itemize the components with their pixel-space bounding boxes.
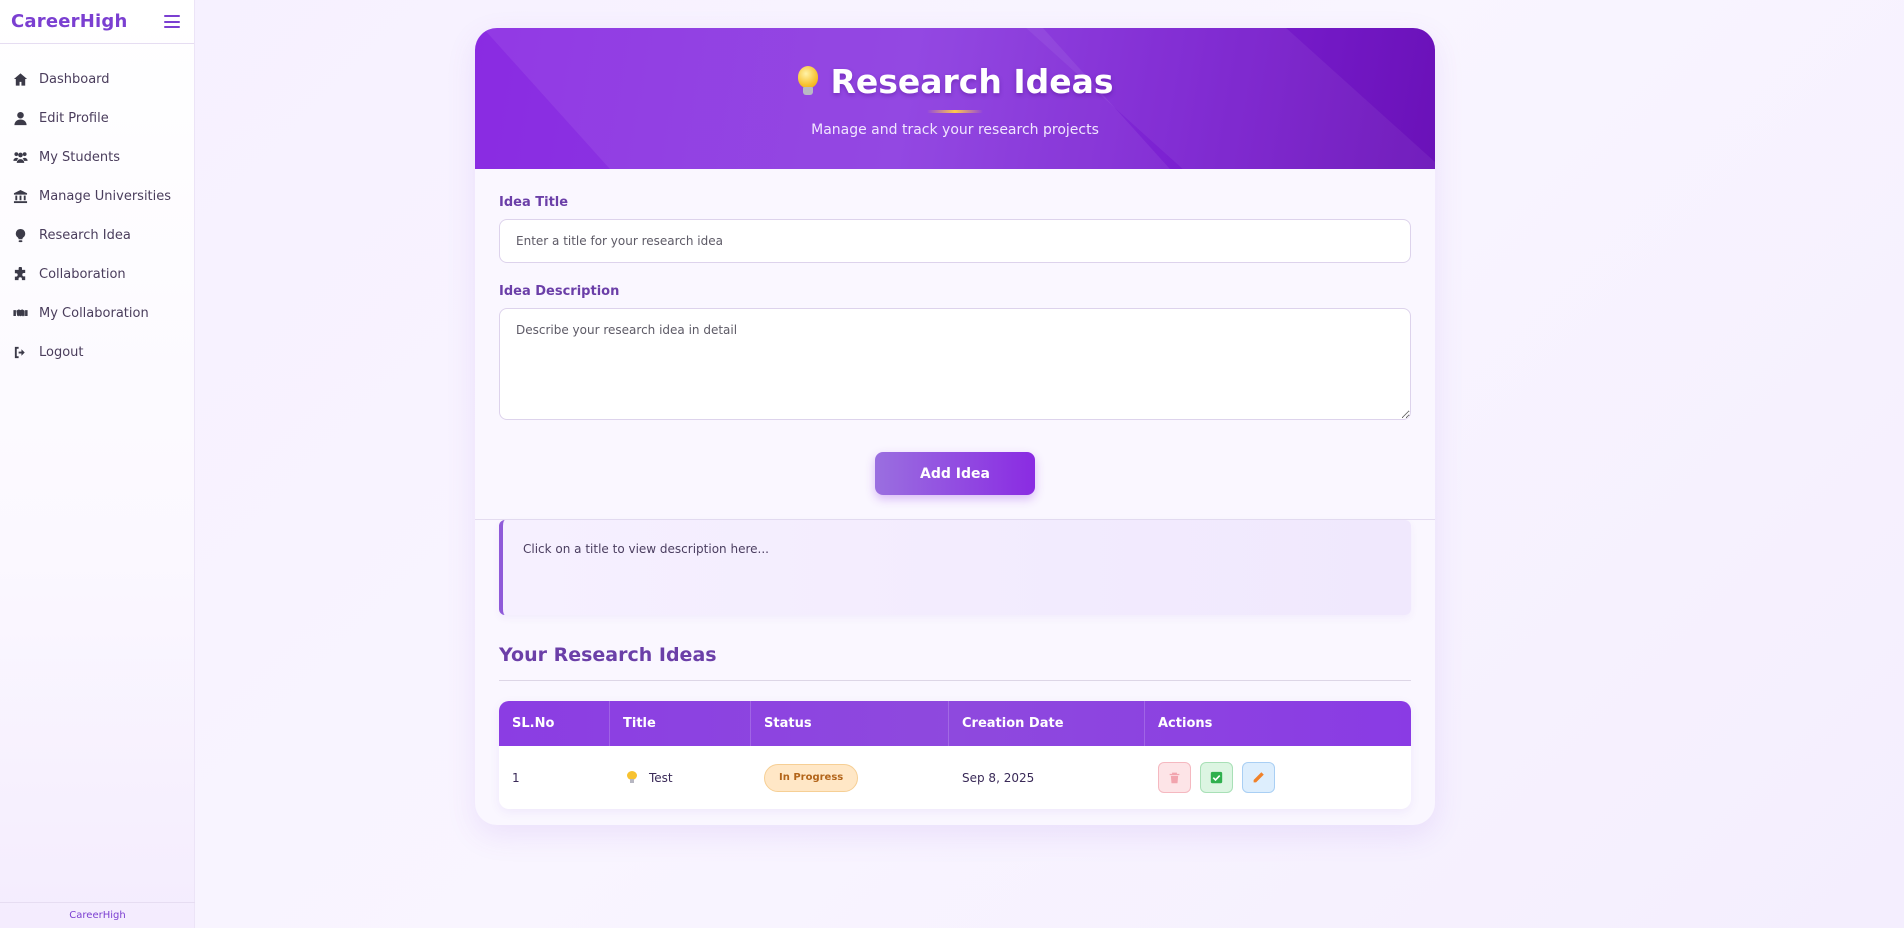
sidebar-item-my-students[interactable]: My Students (0, 138, 194, 177)
sidebar-header: CareerHigh (0, 0, 194, 44)
mark-complete-button[interactable] (1200, 762, 1233, 793)
idea-title-link[interactable]: Test (649, 771, 673, 785)
submit-wrap: Add Idea (499, 452, 1411, 495)
sidebar-nav: Dashboard Edit Profile My Students Manag… (0, 60, 194, 372)
sidebar-item-label: Manage Universities (39, 189, 172, 204)
cell-sl-no: 1 (512, 770, 520, 785)
cell-title[interactable]: Test (610, 746, 751, 809)
users-icon (11, 150, 29, 166)
page-subtitle: Manage and track your research projects (811, 122, 1099, 138)
sidebar-item-label: Edit Profile (39, 111, 109, 126)
edit-button[interactable] (1242, 762, 1275, 793)
sidebar-item-label: Research Idea (39, 228, 131, 243)
lightbulb-icon (627, 771, 637, 784)
page-header: Research Ideas Manage and track your res… (475, 28, 1435, 169)
idea-title-label: Idea Title (499, 195, 569, 210)
column-header-actions: Actions (1158, 716, 1213, 731)
sidebar-item-edit-profile[interactable]: Edit Profile (0, 99, 194, 138)
trash-icon (1169, 772, 1180, 784)
add-idea-form: Idea Title Idea Description Add Idea (475, 195, 1435, 495)
ideas-section-title: Your Research Ideas (499, 644, 1411, 681)
check-square-icon (1210, 771, 1223, 784)
idea-title-input[interactable] (499, 219, 1411, 263)
sidebar-item-label: Dashboard (39, 72, 110, 87)
column-header-title: Title (610, 701, 751, 746)
sidebar-item-my-collaboration[interactable]: My Collaboration (0, 294, 194, 333)
cell-actions (1145, 746, 1411, 809)
pencil-icon (1253, 772, 1264, 783)
sidebar-footer: CareerHigh (0, 902, 195, 928)
sidebar-item-manage-universities[interactable]: Manage Universities (0, 177, 194, 216)
lightbulb-icon (796, 65, 820, 98)
sidebar-item-collaboration[interactable]: Collaboration (0, 255, 194, 294)
delete-button[interactable] (1158, 762, 1191, 793)
idea-description-label: Idea Description (499, 284, 620, 299)
add-idea-button[interactable]: Add Idea (875, 452, 1035, 495)
sidebar-item-logout[interactable]: Logout (0, 333, 194, 372)
sidebar-item-label: My Students (39, 150, 120, 165)
brand-logo[interactable]: CareerHigh (11, 11, 127, 32)
home-icon (11, 72, 29, 88)
menu-toggle-icon[interactable] (164, 15, 180, 28)
column-header-status: Status (751, 701, 949, 746)
page-title: Research Ideas (475, 28, 1435, 101)
sidebar: CareerHigh Dashboard Edit Profile My Stu… (0, 0, 195, 928)
puzzle-icon (11, 267, 29, 283)
column-header-creation-date: Creation Date (949, 701, 1145, 746)
sidebar-item-dashboard[interactable]: Dashboard (0, 60, 194, 99)
column-header-sl-no: SL.No (499, 701, 610, 746)
sidebar-item-label: My Collaboration (39, 306, 149, 321)
status-badge: In Progress (764, 763, 859, 792)
sidebar-item-label: Logout (39, 345, 84, 360)
sidebar-item-research-idea[interactable]: Research Idea (0, 216, 194, 255)
user-icon (11, 111, 29, 127)
sidebar-item-label: Collaboration (39, 267, 126, 282)
table-row: 1 Test In Progress Sep 8, 2025 (499, 746, 1411, 809)
title-underline (927, 110, 983, 113)
lightbulb-icon (11, 228, 29, 244)
logout-icon (11, 345, 29, 361)
handshake-icon (11, 306, 29, 322)
idea-description-input[interactable] (499, 308, 1411, 420)
ideas-table: SL.No Title Status Creation Date Actions… (499, 701, 1411, 809)
research-ideas-card: Research Ideas Manage and track your res… (475, 28, 1435, 825)
university-icon (11, 189, 29, 205)
cell-status: In Progress (751, 746, 949, 809)
table-header: SL.No Title Status Creation Date Actions (499, 701, 1411, 746)
cell-creation-date: Sep 8, 2025 (962, 770, 1035, 785)
description-panel: Click on a title to view description her… (499, 520, 1411, 615)
